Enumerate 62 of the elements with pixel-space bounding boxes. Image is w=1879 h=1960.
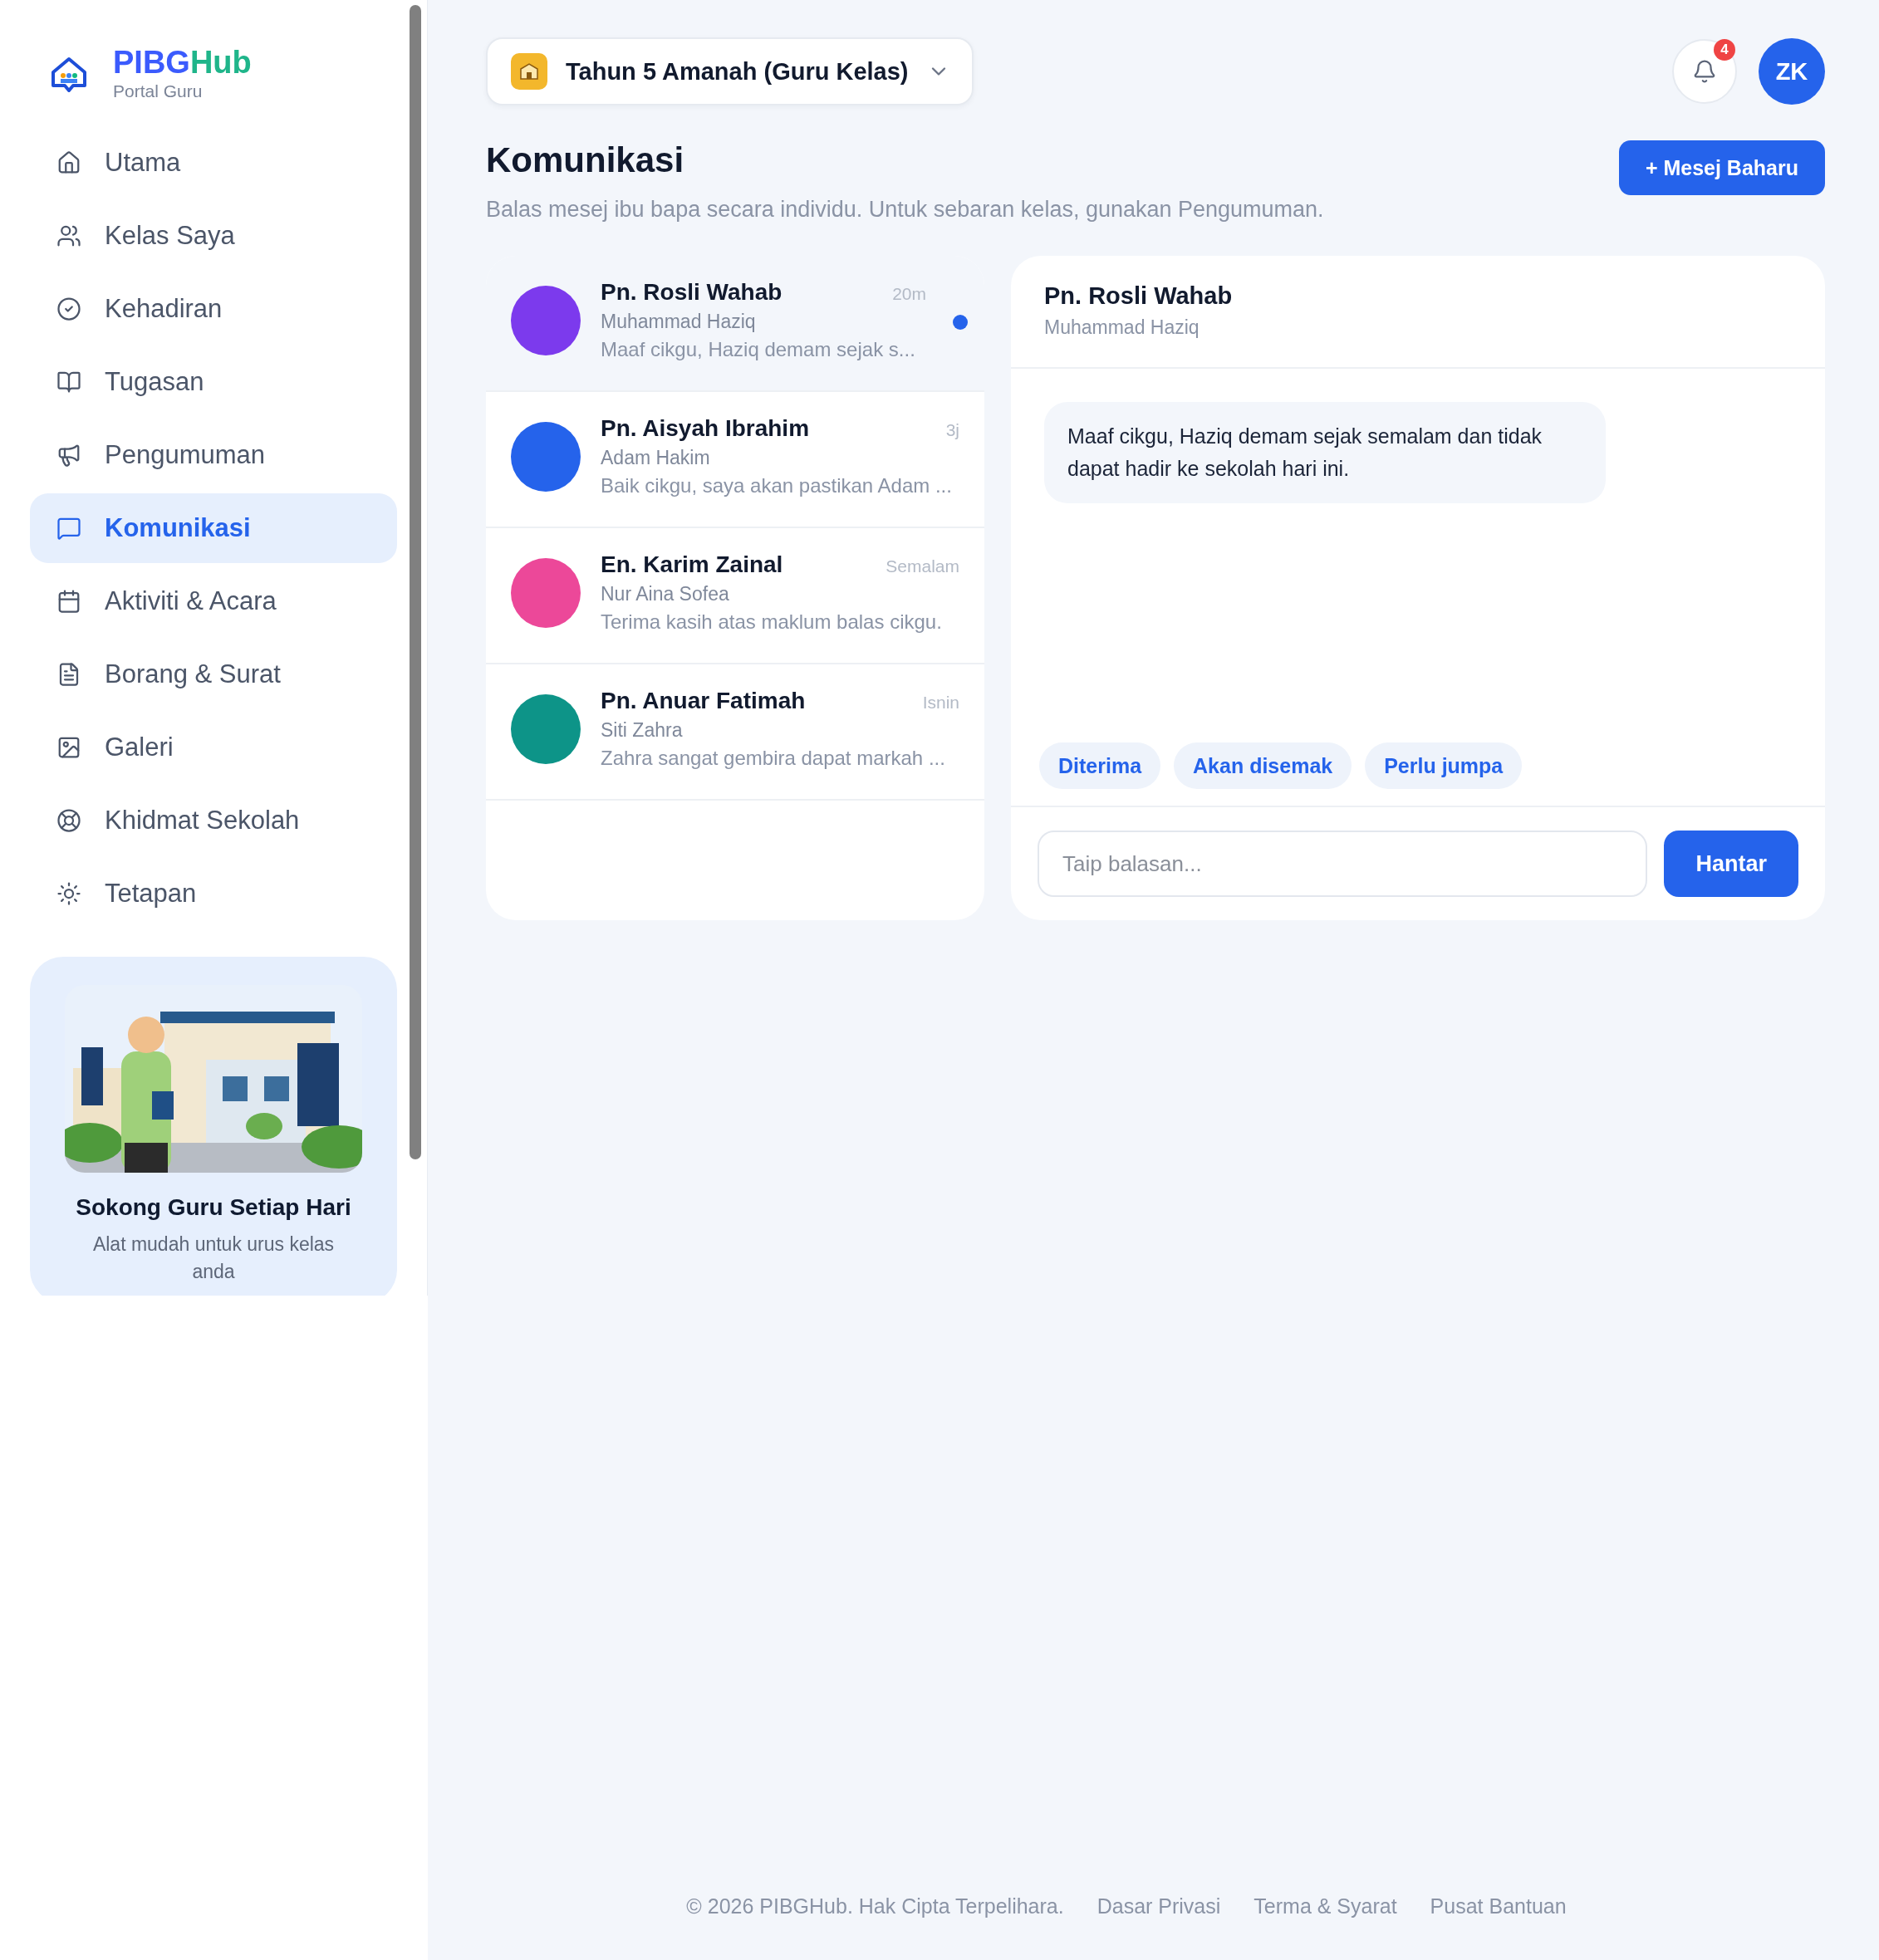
bell-icon [1692,59,1717,84]
quick-reply-chip[interactable]: Diterima [1039,742,1161,789]
page-subtitle: Balas mesej ibu bapa secara individu. Untuk sebaran kelas, gunakan Pengumuman. [486,197,1324,223]
user-avatar[interactable]: ZK [1759,38,1825,105]
sidebar-item[interactable]: Komunikasi [30,493,397,563]
message-preview: Zahra sangat gembira dapat markah ... [601,747,946,770]
contact-name: Pn. Aisyah Ibrahim [601,415,810,442]
message-time: 20m [892,284,926,304]
student-name: Adam Hakim [601,447,710,469]
chat-student-name: Muhammad Haziq [1044,316,1200,339]
school-icon [511,53,547,90]
sidebar-item[interactable]: Borang & Surat [30,639,397,709]
class-selector[interactable]: Tahun 5 Amanah (Guru Kelas) [486,37,974,105]
promo-title: Sokong Guru Setiap Hari [76,1194,351,1221]
settings-icon [56,881,81,906]
promo-text: Alat mudah untuk urus kelas anda [91,1232,336,1285]
chat-contact-name: Pn. Rosli Wahab [1044,282,1234,310]
house-logo-icon [50,56,88,92]
notification-badge: 4 [1714,39,1735,61]
message-preview: Terima kasih atas maklum balas cikgu. [601,610,943,634]
contact-name: Pn. Rosli Wahab [601,279,783,306]
message-preview: Baik cikgu, saya akan pastikan Adam ... [601,474,953,497]
scrollbar[interactable] [410,5,421,1159]
sidebar-item[interactable]: Kelas Saya [30,201,397,271]
book-icon [56,370,81,394]
calendar-icon [56,589,81,614]
page-title: Komunikasi [486,140,685,180]
image-icon [56,735,81,760]
new-message-button[interactable]: + Mesej Baharu [1618,140,1825,195]
people-icon [56,223,81,248]
lifebuoy-icon [56,808,81,833]
message-time: 3j [945,420,959,440]
home-icon [56,150,81,175]
notification-button[interactable]: 4 [1672,39,1737,104]
conversation-item[interactable]: Pn. Rosli Wahab 20m Muhammad Haziq Maaf cikgu, Haziq demam sejak s... [486,256,984,392]
reply-input[interactable]: Taip balasan... [1038,831,1648,897]
student-name: Siti Zahra [601,719,683,742]
sidebar-item[interactable]: Galeri [30,713,397,782]
copyright-text: © 2026 PIBGHub. Hak Cipta Terpelihara. [686,1894,1064,1918]
sidebar-item[interactable]: Khidmat Sekolah [30,786,397,855]
quick-reply-chip[interactable]: Perlu jumpa [1365,742,1523,789]
message-time: Semalam [886,556,959,576]
message-time: Isnin [922,693,959,713]
sidebar-item[interactable]: Utama [30,128,397,198]
student-name: Nur Aina Sofea [601,583,729,605]
brand-name: PIBGHub [113,47,252,78]
quick-reply-chip[interactable]: Akan disemak [1174,742,1352,789]
brand-subtitle: Portal Guru [113,81,204,101]
message-bubble: Maaf cikgu, Haziq demam sejak semalam dan tidak dapat hadir ke sekolah hari ini. [1044,402,1606,503]
message-preview: Maaf cikgu, Haziq demam sejak s... [601,338,916,361]
sidebar-item[interactable]: Kehadiran [30,274,397,344]
check-circle-icon [56,296,81,321]
megaphone-icon [56,443,81,468]
send-button[interactable]: Hantar [1664,831,1798,897]
chat-bubble-icon [56,516,81,541]
contact-name: En. Karim Zainal [601,551,783,578]
sidebar-item[interactable]: Pengumuman [30,420,397,490]
sidebar-item[interactable]: Tugasan [30,347,397,417]
sidebar-item[interactable]: Aktiviti & Acara [30,566,397,636]
student-name: Muhammad Haziq [601,311,756,333]
contact-name: Pn. Anuar Fatimah [601,688,806,714]
sidebar-item[interactable]: Tetapan [30,859,397,929]
